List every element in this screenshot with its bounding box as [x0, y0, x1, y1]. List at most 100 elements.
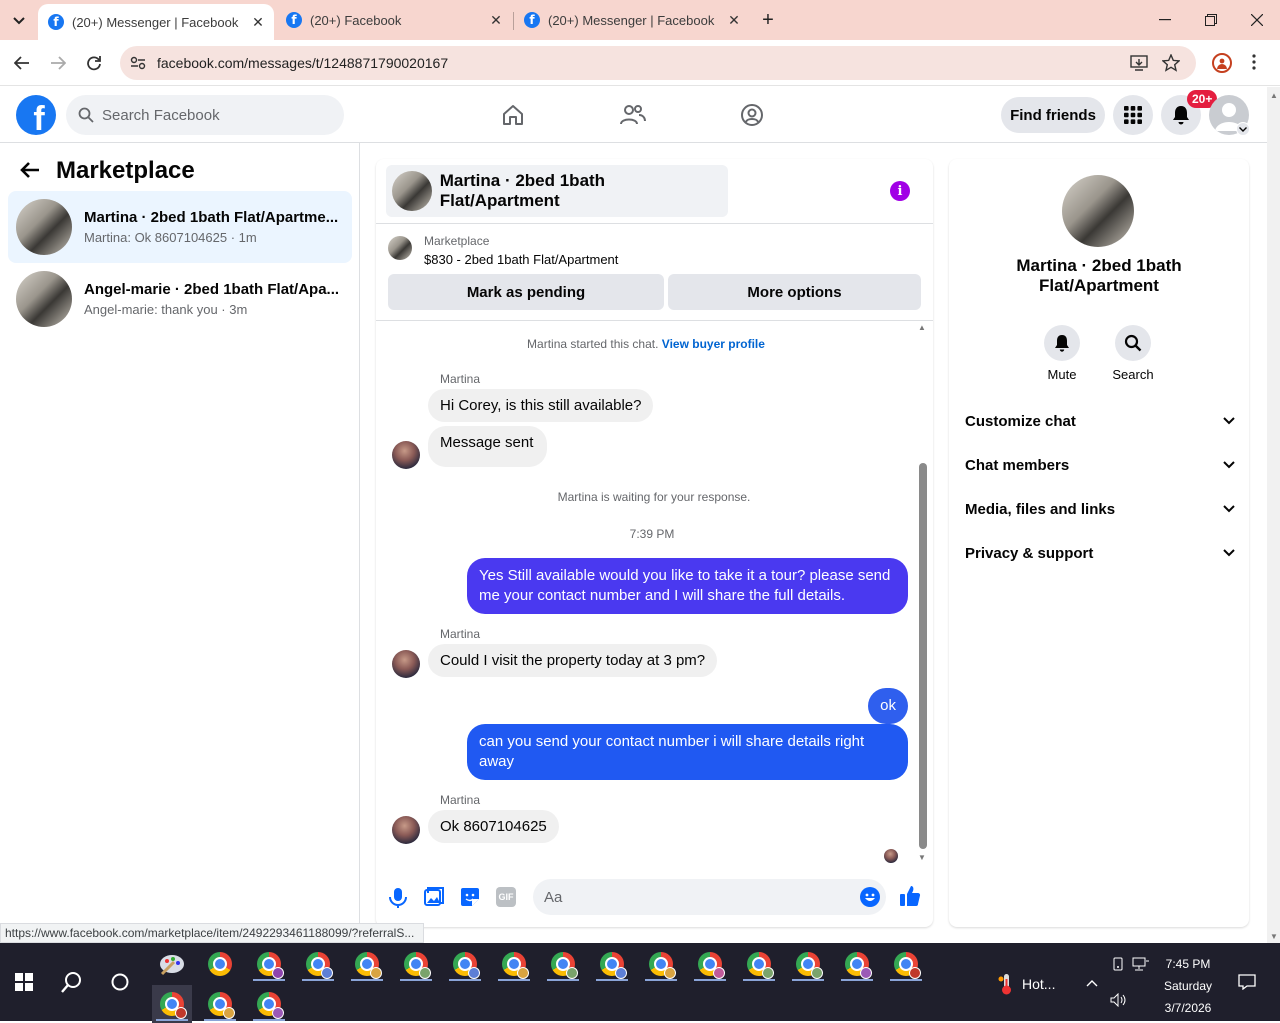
network-icon-button[interactable] [1132, 957, 1150, 974]
volume-button[interactable] [1110, 992, 1128, 1010]
tray-device-icon[interactable] [1112, 957, 1124, 974]
tab-facebook[interactable]: f (20+) Facebook ✕ [276, 0, 512, 40]
friends-nav[interactable] [617, 99, 649, 131]
incoming-message[interactable]: Ok 8607104625 [428, 810, 559, 843]
chat-members-row[interactable]: Chat members [965, 453, 1235, 477]
groups-nav[interactable] [736, 99, 768, 131]
customize-chat-row[interactable]: Customize chat [965, 409, 1235, 433]
restore-button[interactable] [1188, 0, 1234, 40]
search-in-conversation-button[interactable]: Search [1103, 325, 1163, 382]
taskbar-app-chrome-profile[interactable] [298, 945, 338, 983]
install-app-icon[interactable] [1130, 55, 1148, 71]
listing-title[interactable]: $830 - 2bed 1bath Flat/Apartment [424, 252, 618, 267]
account-chevron[interactable] [1236, 122, 1250, 136]
search-facebook-input[interactable]: Search Facebook [66, 95, 344, 135]
view-buyer-profile-link[interactable]: View buyer profile [662, 337, 765, 351]
emoji-button[interactable] [860, 887, 880, 912]
profile-button[interactable] [1212, 53, 1232, 73]
home-nav[interactable] [497, 99, 529, 131]
outgoing-message[interactable]: can you send your contact number i will … [467, 724, 908, 780]
address-bar[interactable]: facebook.com/messages/t/1248871790020167 [120, 46, 1196, 80]
taskbar-app-chrome-profile[interactable] [347, 945, 387, 983]
tab-messenger-1[interactable]: f (20+) Messenger | Facebook ✕ [38, 4, 274, 40]
taskbar-app-chrome-profile[interactable] [739, 945, 779, 983]
taskbar-app-chrome-profile[interactable] [396, 945, 436, 983]
forward-button[interactable] [43, 48, 73, 78]
reload-button[interactable] [79, 48, 109, 78]
close-tab-icon[interactable]: ✕ [724, 12, 744, 29]
conversation-item[interactable]: Martina · 2bed 1bath Flat/Apartme... Mar… [8, 191, 352, 263]
search-button[interactable] [52, 963, 92, 1001]
scroll-down-arrow[interactable]: ▼ [1270, 932, 1278, 941]
action-center-button[interactable] [1238, 974, 1256, 993]
sender-avatar[interactable] [392, 441, 420, 469]
arrow-left-icon [20, 162, 39, 178]
taskbar-app-chrome-profile[interactable] [592, 945, 632, 983]
listing-thumbnail[interactable] [1062, 175, 1134, 247]
taskbar-app-paint[interactable] [152, 945, 192, 983]
mark-as-pending-button[interactable]: Mark as pending [388, 274, 664, 310]
site-info-icon[interactable] [130, 56, 146, 70]
conversation-name: Martina · 2bed 1bath Flat/Apartme... [84, 209, 339, 226]
scroll-thumb[interactable] [919, 463, 927, 849]
info-icon[interactable]: i [890, 181, 910, 201]
scroll-up-arrow[interactable]: ▲ [918, 323, 926, 332]
chrome-menu-button[interactable] [1252, 54, 1262, 72]
message-input[interactable]: Aa [533, 879, 886, 915]
chat-scrollbar[interactable]: ▲ ▼ [918, 323, 928, 862]
taskbar-app-chrome-profile[interactable] [543, 945, 583, 983]
outgoing-message[interactable]: Yes Still available would you like to ta… [467, 558, 908, 614]
close-tab-icon[interactable]: ✕ [248, 14, 268, 31]
chat-started-text: Martina started this chat. [527, 337, 659, 351]
taskbar-app-chrome-profile[interactable] [641, 945, 681, 983]
start-button[interactable] [4, 963, 44, 1001]
like-button[interactable] [899, 885, 921, 912]
sender-avatar[interactable] [392, 650, 420, 678]
facebook-logo[interactable]: f [16, 95, 56, 135]
sticker-button[interactable] [460, 887, 480, 912]
page-scrollbar[interactable]: ▲ ▼ [1267, 87, 1280, 943]
scroll-down-arrow[interactable]: ▼ [918, 853, 926, 862]
taskbar-app-chrome-profile[interactable] [249, 945, 289, 983]
close-window-button[interactable] [1234, 0, 1280, 40]
taskbar-app-chrome-profile[interactable] [788, 945, 828, 983]
tab-messenger-2[interactable]: f (20+) Messenger | Facebook ✕ [514, 0, 750, 40]
outgoing-message[interactable]: ok [868, 688, 908, 724]
voice-clip-button[interactable] [388, 887, 408, 914]
cortana-button[interactable] [100, 963, 140, 1001]
close-tab-icon[interactable]: ✕ [486, 12, 506, 29]
clock[interactable]: 7:45 PM Saturday 3/7/2026 [1158, 953, 1218, 1019]
taskbar-app-chrome-profile[interactable] [200, 985, 240, 1023]
scroll-up-arrow[interactable]: ▲ [1270, 91, 1278, 100]
chat-header[interactable]: Martina · 2bed 1bath Flat/Apartment [386, 165, 728, 217]
conversation-item[interactable]: Angel-marie · 2bed 1bath Flat/Apa... Ang… [8, 263, 352, 335]
bookmark-star-icon[interactable] [1162, 54, 1180, 72]
back-button[interactable] [7, 48, 37, 78]
back-button[interactable] [20, 161, 44, 185]
minimize-button[interactable] [1142, 0, 1188, 40]
mute-button[interactable]: Mute [1032, 325, 1092, 382]
taskbar-app-chrome-profile[interactable] [886, 945, 926, 983]
taskbar-app-chrome-profile-active[interactable] [152, 985, 192, 1023]
privacy-support-row[interactable]: Privacy & support [965, 541, 1235, 565]
attach-photo-button[interactable] [424, 887, 444, 912]
weather-widget[interactable]: Hot... [998, 973, 1055, 995]
taskbar-app-chrome[interactable] [200, 945, 240, 983]
incoming-message[interactable]: Message sent [428, 426, 548, 467]
taskbar-app-chrome-profile[interactable] [445, 945, 485, 983]
taskbar-app-chrome-profile[interactable] [494, 945, 534, 983]
gif-button[interactable]: GIF [496, 887, 516, 907]
incoming-message[interactable]: Could I visit the property today at 3 pm… [428, 644, 718, 677]
taskbar-app-chrome-profile[interactable] [249, 985, 289, 1023]
show-hidden-icons[interactable] [1086, 976, 1098, 990]
taskbar-app-chrome-profile[interactable] [690, 945, 730, 983]
incoming-message[interactable]: Hi Corey, is this still available? [428, 389, 654, 422]
media-files-links-row[interactable]: Media, files and links [965, 497, 1235, 521]
more-options-button[interactable]: More options [668, 274, 921, 310]
menu-button[interactable] [1113, 95, 1153, 135]
taskbar-app-chrome-profile[interactable] [837, 945, 877, 983]
new-tab-button[interactable]: + [756, 8, 780, 32]
tab-search-dropdown[interactable] [8, 10, 30, 32]
find-friends-button[interactable]: Find friends [1001, 97, 1105, 133]
sender-avatar[interactable] [392, 816, 420, 844]
